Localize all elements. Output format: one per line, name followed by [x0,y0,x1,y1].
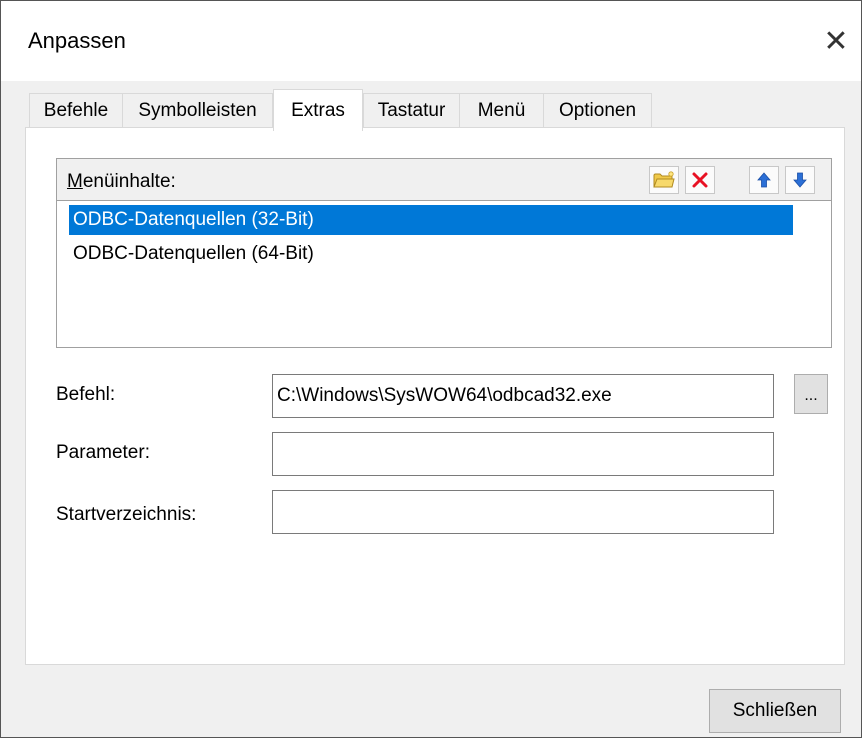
tab-menu[interactable]: Menü [459,93,544,128]
start-directory-label: Startverzeichnis: [56,504,197,525]
new-folder-button[interactable] [649,166,679,194]
menu-contents-label: Menüinhalte: [67,171,176,192]
browse-button[interactable]: ... [794,374,828,414]
menu-contents-list[interactable]: ODBC-Datenquellen (32-Bit) ODBC-Datenque… [57,202,831,347]
delete-icon [692,172,708,188]
command-label: Befehl: [56,384,116,405]
close-icon[interactable]: ✕ [811,15,861,67]
new-folder-icon [653,171,675,188]
list-item[interactable]: ODBC-Datenquellen (32-Bit) [69,205,793,235]
customize-dialog: Anpassen ✕ Befehle Symbolleisten Extras … [0,0,862,738]
dialog-title: Anpassen [28,28,126,53]
parameter-label: Parameter: [56,442,150,463]
move-down-icon [793,172,807,188]
parameter-input[interactable] [272,432,774,476]
move-up-icon [757,172,771,188]
move-down-button[interactable] [785,166,815,194]
command-input[interactable] [272,374,774,418]
tab-optionen[interactable]: Optionen [543,93,652,128]
extras-tab-panel: Menüinhalte: ODBC-Datenquellen (32-Bit) … [25,127,845,665]
list-item[interactable]: ODBC-Datenquellen (64-Bit) [69,239,793,269]
title-bar[interactable]: Anpassen ✕ [1,1,861,81]
delete-button[interactable] [685,166,715,194]
menu-contents-group: Menüinhalte: ODBC-Datenquellen (32-Bit) … [56,158,832,348]
close-button[interactable]: Schließen [709,689,841,733]
tab-befehle[interactable]: Befehle [29,93,123,128]
tab-tastatur[interactable]: Tastatur [363,93,460,128]
menu-contents-header: Menüinhalte: [57,159,831,201]
start-directory-input[interactable] [272,490,774,534]
tab-symbolleisten[interactable]: Symbolleisten [122,93,273,128]
move-up-button[interactable] [749,166,779,194]
tab-extras[interactable]: Extras [273,89,363,131]
